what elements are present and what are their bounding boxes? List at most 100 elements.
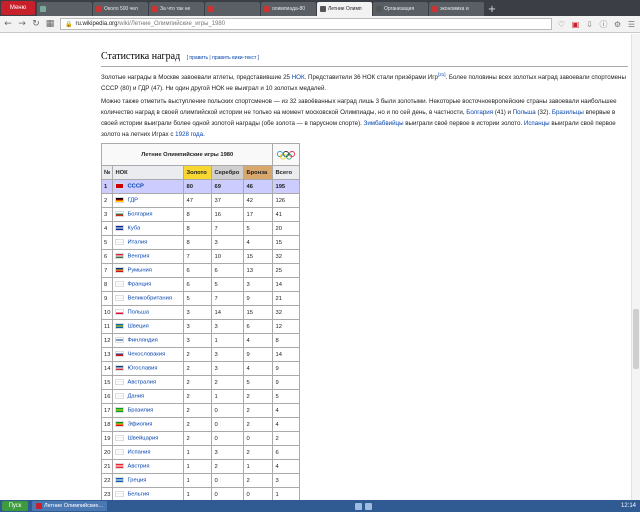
cell-total: 20 xyxy=(272,221,301,236)
country-link[interactable]: Югославия xyxy=(127,366,157,372)
flag-icon[interactable] xyxy=(115,309,125,316)
cell-bronze: 15 xyxy=(243,305,274,320)
browser-tab[interactable]: олимпиада-80 xyxy=(261,2,316,16)
speed-dial-icon[interactable]: ▦ xyxy=(44,18,56,30)
download-icon[interactable]: ⇩ xyxy=(584,19,595,30)
flag-icon[interactable] xyxy=(115,239,125,246)
country-link[interactable]: Австралия xyxy=(127,380,156,386)
country-link[interactable]: Швеция xyxy=(127,324,148,330)
country-link[interactable]: Австрия xyxy=(127,464,149,470)
reload-icon[interactable]: ↻ xyxy=(30,18,42,30)
link-1928[interactable]: 1928 года xyxy=(175,131,203,138)
browser-tab[interactable] xyxy=(205,2,260,16)
header-noc[interactable]: НОК xyxy=(112,165,185,180)
country-link[interactable]: Куба xyxy=(127,226,140,232)
country-link[interactable]: Испания xyxy=(127,450,150,456)
flag-icon[interactable] xyxy=(115,379,125,386)
country-link[interactable]: ГДР xyxy=(127,198,138,204)
flag-icon[interactable] xyxy=(115,253,125,260)
back-icon[interactable]: ← xyxy=(2,18,14,30)
browser-tab[interactable]: Летние Олимп xyxy=(317,2,372,16)
tray-network-icon[interactable] xyxy=(355,502,363,510)
cell-silver: 0 xyxy=(211,417,245,432)
new-tab-button[interactable]: + xyxy=(485,2,499,16)
taskbar: Пуск Летние Олимпийские... 12:14 xyxy=(0,500,640,512)
info-icon[interactable]: ⓘ xyxy=(598,19,609,30)
link-noc[interactable]: НОК xyxy=(292,74,305,81)
flag-icon[interactable] xyxy=(115,435,125,442)
country-link[interactable]: Бельгия xyxy=(127,492,149,498)
tray-volume-icon[interactable] xyxy=(365,502,373,510)
flag-icon[interactable] xyxy=(115,421,125,428)
country-link[interactable]: Венгрия xyxy=(127,254,149,260)
vertical-scrollbar[interactable] xyxy=(631,34,640,500)
taskbar-clock: 12:14 xyxy=(620,503,636,509)
browser-tab[interactable] xyxy=(37,2,92,16)
table-row: 3 Болгария 8 16 17 41 xyxy=(100,207,301,222)
link-bulgaria[interactable]: Болгария xyxy=(466,109,493,116)
flag-icon[interactable] xyxy=(115,477,125,484)
flag-icon[interactable] xyxy=(115,449,125,456)
country-link[interactable]: Италия xyxy=(127,240,147,246)
flag-icon[interactable] xyxy=(115,197,125,204)
country-link[interactable]: Бразилия xyxy=(127,408,153,414)
header-silver[interactable]: Серебро xyxy=(211,165,245,180)
flag-icon[interactable] xyxy=(115,491,125,498)
url-field[interactable]: 🔒 ru.wikipedia.org /wiki/Летние_Олимпийс… xyxy=(60,18,552,30)
flag-icon[interactable] xyxy=(115,211,125,218)
link-spaniards[interactable]: Испанцы xyxy=(524,120,550,127)
header-bronze[interactable]: Бронза xyxy=(243,165,274,180)
cell-rank: 16 xyxy=(100,389,114,404)
scrollbar-thumb[interactable] xyxy=(633,309,639,369)
flag-icon[interactable] xyxy=(115,225,125,232)
flag-icon[interactable] xyxy=(115,323,125,330)
taskbar-window-opera[interactable]: Летние Олимпийские... xyxy=(32,501,107,511)
country-link[interactable]: Эфиопия xyxy=(127,422,152,428)
country-link[interactable]: Финляндия xyxy=(127,338,157,344)
country-link[interactable]: Болгария xyxy=(127,212,152,218)
edit-section-links[interactable]: [ править | править вики-текст ] xyxy=(187,55,259,61)
cell-rank: 14 xyxy=(100,361,114,376)
browser-tab[interactable]: За что так не xyxy=(149,2,204,16)
cell-rank: 11 xyxy=(100,319,114,334)
cell-bronze: 42 xyxy=(243,193,274,208)
link-poland[interactable]: Польша xyxy=(513,109,536,116)
header-total[interactable]: Всего xyxy=(272,165,301,180)
flag-icon[interactable] xyxy=(115,351,125,358)
country-link[interactable]: Великобритания xyxy=(127,296,172,302)
country-link[interactable]: Греция xyxy=(127,478,146,484)
menu-icon[interactable]: ☰ xyxy=(626,19,637,30)
settings-icon[interactable]: ⚙ xyxy=(612,19,623,30)
browser-tab[interactable]: Организация xyxy=(373,2,428,16)
forward-icon[interactable]: → xyxy=(16,18,28,30)
olympic-rings-icon xyxy=(272,143,301,166)
country-link[interactable]: Польша xyxy=(127,310,149,316)
link-brazilians[interactable]: Бразильцы xyxy=(552,109,584,116)
flag-icon[interactable] xyxy=(115,365,125,372)
header-gold[interactable]: Золото xyxy=(183,165,213,180)
country-link[interactable]: Франция xyxy=(127,282,151,288)
opera-menu-button[interactable]: Меню xyxy=(1,1,35,15)
flag-icon[interactable] xyxy=(115,463,125,470)
country-link[interactable]: Дания xyxy=(127,394,144,400)
flag-icon[interactable] xyxy=(115,407,125,414)
browser-tab[interactable]: экономика и xyxy=(429,2,484,16)
heart-icon[interactable]: ♡ xyxy=(556,19,567,30)
flag-icon[interactable] xyxy=(115,281,125,288)
header-rank[interactable]: № xyxy=(100,165,114,180)
country-link[interactable]: Чехословакия xyxy=(127,352,165,358)
table-row: 8 Франция 6 5 3 14 xyxy=(100,277,301,292)
flag-icon[interactable] xyxy=(115,295,125,302)
gift-icon[interactable]: ▣ xyxy=(570,19,581,30)
start-button[interactable]: Пуск xyxy=(2,501,28,511)
country-link[interactable]: Румыния xyxy=(127,268,151,274)
flag-icon[interactable] xyxy=(115,267,125,274)
link-zimbabweans[interactable]: Зимбабвийцы xyxy=(364,120,404,127)
country-link[interactable]: Швейцария xyxy=(127,436,158,442)
cell-gold: 3 xyxy=(183,333,213,348)
flag-icon[interactable] xyxy=(115,337,125,344)
flag-icon[interactable] xyxy=(115,393,125,400)
browser-tab[interactable]: Около 500 чел xyxy=(93,2,148,16)
flag-icon[interactable] xyxy=(115,183,125,190)
country-link[interactable]: СССР xyxy=(127,184,143,190)
